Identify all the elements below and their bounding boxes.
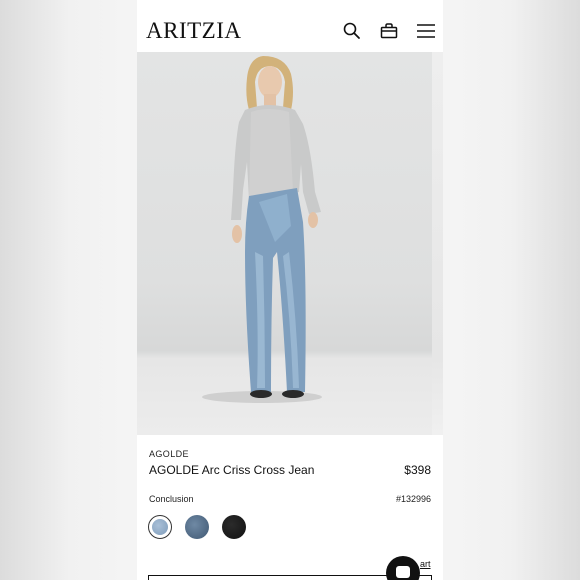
color-swatch-black[interactable] bbox=[222, 515, 246, 539]
product-title: AGOLDE Arc Criss Cross Jean bbox=[149, 463, 315, 477]
selected-color-label: Conclusion bbox=[149, 494, 194, 504]
site-header: ARITZIA bbox=[137, 0, 443, 52]
bag-icon[interactable] bbox=[378, 20, 400, 42]
model-illustration bbox=[202, 56, 322, 403]
product-page: ARITZIA AGOLDE AGOLDE Arc Criss Cross Je… bbox=[137, 0, 443, 580]
product-brand[interactable]: AGOLDE bbox=[149, 449, 189, 459]
color-swatch-light-wash[interactable] bbox=[148, 515, 172, 539]
chat-button[interactable] bbox=[386, 556, 420, 580]
cart-link[interactable]: art bbox=[420, 559, 431, 569]
product-image[interactable] bbox=[137, 52, 432, 435]
chat-icon bbox=[396, 566, 410, 578]
color-swatch-medium-wash[interactable] bbox=[185, 515, 209, 539]
next-image-peek[interactable] bbox=[432, 52, 443, 435]
product-price: $398 bbox=[404, 463, 431, 477]
aritzia-logo[interactable]: ARITZIA bbox=[146, 18, 241, 44]
style-number: #132996 bbox=[395, 494, 431, 504]
search-icon[interactable] bbox=[341, 20, 363, 42]
menu-icon[interactable] bbox=[415, 20, 437, 42]
